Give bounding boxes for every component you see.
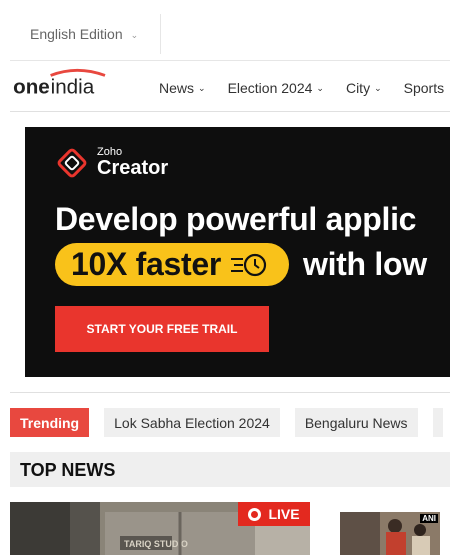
nav-item-news[interactable]: News ⌄ bbox=[159, 80, 206, 96]
chevron-down-icon: ⌄ bbox=[374, 82, 382, 93]
nav-menu: News ⌄ Election 2024 ⌄ City ⌄ Sports bbox=[159, 80, 450, 96]
logo-india: india bbox=[51, 75, 95, 97]
main-navbar: one india News ⌄ Election 2024 ⌄ City ⌄ … bbox=[10, 61, 450, 112]
divider bbox=[10, 392, 450, 393]
nav-item-label: City bbox=[345, 80, 371, 96]
chevron-down-icon: ⌄ bbox=[130, 29, 139, 40]
trending-chip-lok-sabha[interactable]: Lok Sabha Election 2024 bbox=[104, 408, 280, 437]
live-badge: LIVE bbox=[238, 502, 310, 526]
nav-item-election[interactable]: Election 2024 ⌄ bbox=[228, 80, 324, 96]
ad-pill-text: 10X faster bbox=[71, 246, 221, 282]
ad-brand-logo: Zoho Creator bbox=[55, 146, 168, 180]
top-news-image[interactable]: TARIQ STUDIO LIVE bbox=[10, 502, 310, 555]
trending-chip-partial[interactable] bbox=[432, 408, 443, 437]
chevron-down-icon: ⌄ bbox=[198, 82, 206, 93]
edition-bar: English Edition ⌄ bbox=[10, 0, 450, 61]
edition-selector[interactable]: English Edition ⌄ bbox=[30, 26, 138, 42]
nav-item-city[interactable]: City ⌄ bbox=[346, 80, 382, 96]
trending-label: Trending bbox=[10, 408, 90, 437]
news-agency-watermark: ANI bbox=[420, 514, 438, 523]
logo-one: one bbox=[13, 75, 50, 97]
edition-label: English Edition bbox=[30, 26, 123, 42]
nav-item-label: Sports bbox=[403, 80, 445, 96]
nav-item-sports[interactable]: Sports bbox=[404, 80, 444, 96]
news-thumbnail[interactable]: ANI bbox=[340, 512, 440, 555]
ad-pill: 10X faster bbox=[55, 243, 289, 286]
section-title: TOP NEWS bbox=[20, 460, 116, 480]
nav-item-label: Election 2024 bbox=[227, 80, 313, 96]
divider bbox=[160, 14, 161, 54]
zoho-creator-icon bbox=[57, 148, 87, 178]
chevron-down-icon: ⌄ bbox=[316, 82, 324, 93]
ad-headline-rest: with low bbox=[303, 246, 427, 282]
storefront-sign: TARIQ STUDIO bbox=[124, 539, 188, 549]
top-news-header: TOP NEWS bbox=[10, 452, 450, 487]
nav-item-label: News bbox=[159, 80, 195, 96]
ad-cta-button[interactable]: START YOUR FREE TRAIL bbox=[55, 306, 269, 352]
ad-brand-line2: Creator bbox=[97, 157, 169, 180]
speed-clock-icon bbox=[231, 253, 267, 276]
trending-bar: Trending Lok Sabha Election 2024 Bengalu… bbox=[10, 408, 443, 437]
live-dot-icon bbox=[248, 507, 262, 521]
oneindia-logo[interactable]: one india bbox=[10, 67, 110, 97]
ad-banner[interactable]: Zoho Creator Develop powerful applic 10X… bbox=[25, 127, 450, 377]
trending-chip-bengaluru[interactable]: Bengaluru News bbox=[294, 408, 418, 437]
live-badge-label: LIVE bbox=[268, 506, 300, 522]
ad-headline: Develop powerful applic bbox=[55, 201, 417, 237]
ad-subheadline: 10X faster with low bbox=[55, 243, 427, 286]
